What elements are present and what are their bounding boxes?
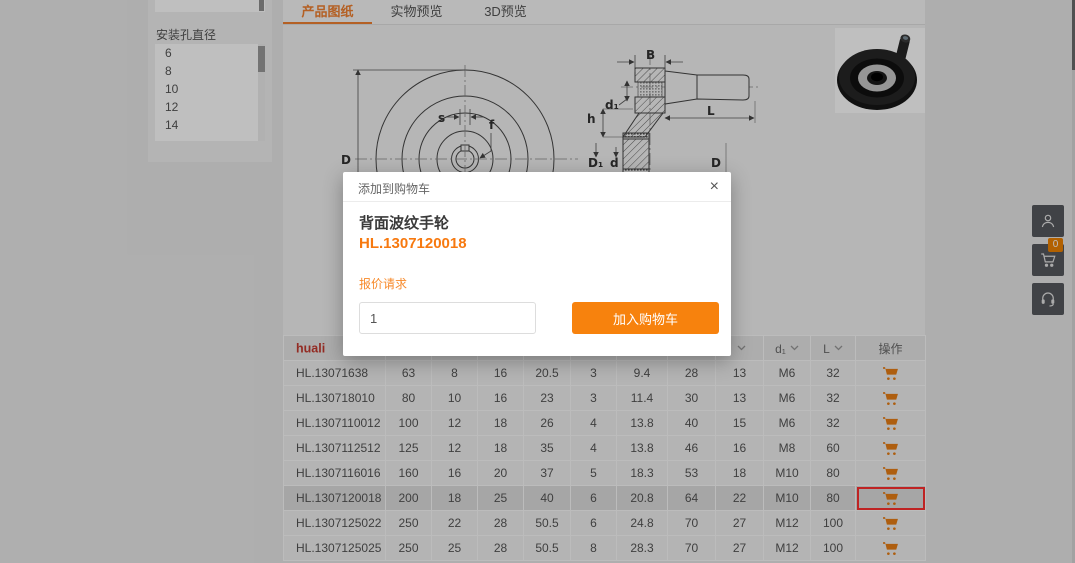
- page: 安装孔直径 68101214 产品图纸实物预览3D预览: [0, 0, 1075, 563]
- product-name: 背面波纹手轮: [359, 212, 449, 233]
- modal-title: 添加到购物车: [358, 180, 430, 197]
- modal-header: 添加到购物车 ×: [343, 172, 731, 202]
- add-to-cart-button[interactable]: 加入购物车: [572, 302, 719, 334]
- close-icon[interactable]: ×: [710, 177, 719, 197]
- quote-request-link[interactable]: 报价请求: [359, 275, 407, 292]
- quantity-input[interactable]: [359, 302, 536, 334]
- part-number: HL.1307120018: [359, 235, 467, 252]
- add-to-cart-modal: 添加到购物车 × 背面波纹手轮 HL.1307120018 报价请求 加入购物车: [343, 172, 731, 356]
